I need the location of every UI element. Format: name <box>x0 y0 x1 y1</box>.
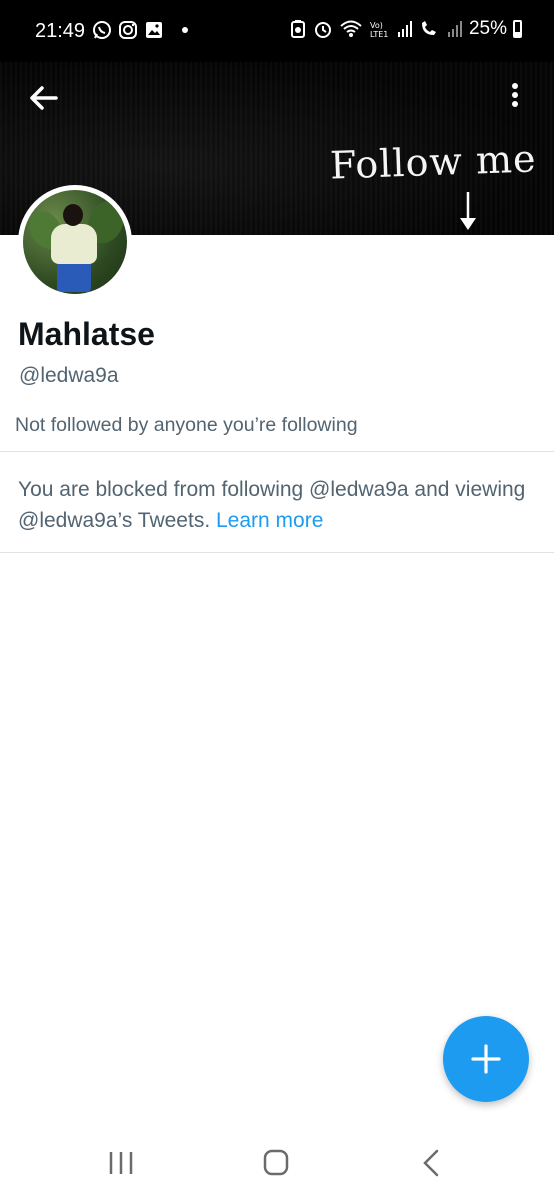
notification-icons <box>92 20 188 40</box>
back-arrow-icon[interactable] <box>22 76 66 120</box>
compose-button[interactable] <box>443 1016 529 1102</box>
learn-more-link[interactable]: Learn more <box>216 509 323 532</box>
profile-name: Mahlatse <box>18 316 155 352</box>
more-options-icon[interactable] <box>500 76 530 120</box>
recent-apps-icon[interactable] <box>101 1148 141 1178</box>
svg-text:LTE1: LTE1 <box>370 30 388 39</box>
whatsapp-icon <box>93 21 111 39</box>
avatar-photo <box>23 190 127 294</box>
status-bar: 21:49 Vo) LTE1 25% <box>0 0 554 62</box>
profile-handle: @ledwa9a <box>19 364 119 387</box>
battery-saver-icon <box>290 20 305 38</box>
divider <box>0 451 554 452</box>
home-icon[interactable] <box>256 1148 296 1178</box>
gallery-icon <box>146 22 162 38</box>
call-icon <box>421 21 436 35</box>
signal-icon <box>447 21 462 37</box>
system-nav-bar <box>0 1120 554 1200</box>
down-arrow-icon <box>460 192 476 230</box>
volte-icon: Vo)LTE1 <box>370 21 388 39</box>
divider <box>0 552 554 553</box>
avatar[interactable] <box>18 185 132 299</box>
svg-text:Vo): Vo) <box>370 21 383 30</box>
back-icon[interactable] <box>411 1148 451 1178</box>
battery-percent: 25% <box>468 18 507 39</box>
banner-text: Follow me <box>328 136 537 188</box>
signal-icon <box>397 21 412 37</box>
system-icons: Vo) LTE1 25% <box>289 18 522 40</box>
more-notifications-dot <box>182 27 188 33</box>
plus-icon <box>471 1044 501 1074</box>
wifi-icon <box>340 20 362 37</box>
blocked-notice: You are blocked from following @ledwa9a … <box>18 474 528 536</box>
followed-by-text: Not followed by anyone you’re following <box>15 414 358 436</box>
battery-icon <box>513 20 522 38</box>
instagram-icon <box>119 21 137 39</box>
status-time: 21:49 <box>35 20 86 42</box>
alarm-icon <box>314 22 331 38</box>
